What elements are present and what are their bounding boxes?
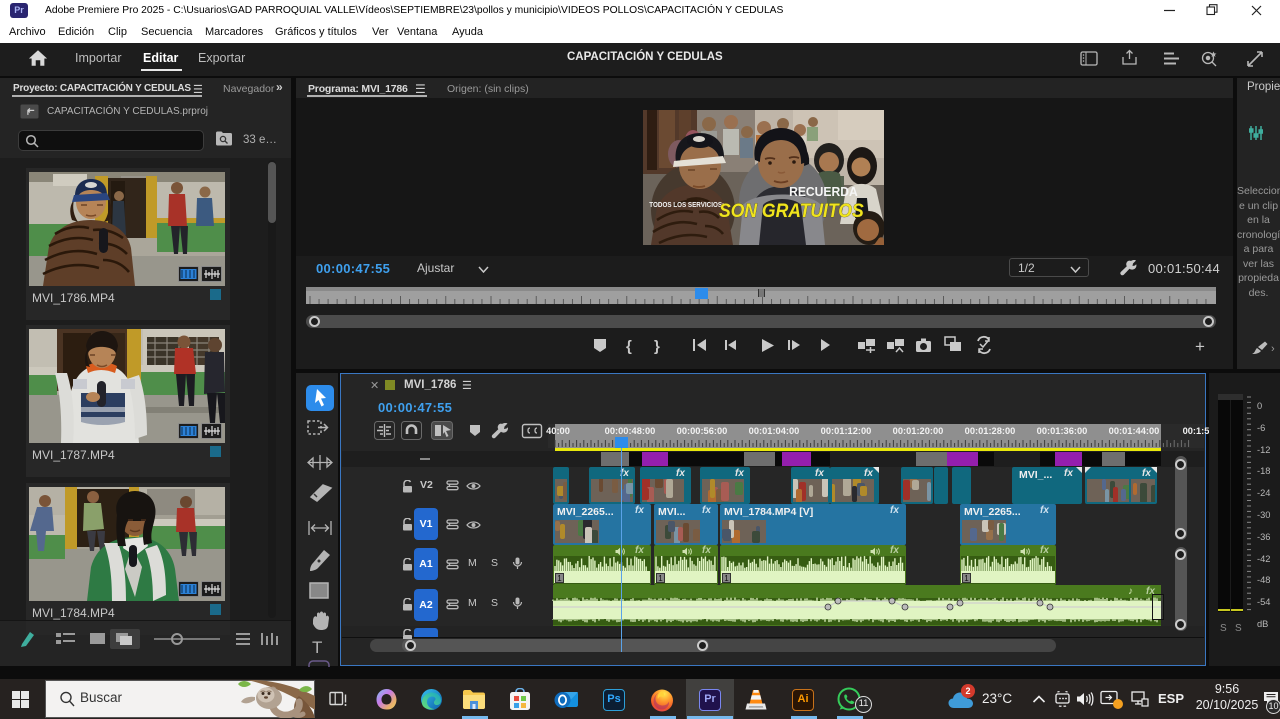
svg-text:-36: -36 [1257, 532, 1270, 542]
svg-text:-54: -54 [1257, 597, 1270, 607]
svg-text:-42: -42 [1257, 554, 1270, 564]
svg-text:-24: -24 [1257, 488, 1270, 498]
svg-text:-48: -48 [1257, 575, 1270, 585]
svg-text:-30: -30 [1257, 510, 1270, 520]
svg-text:-12: -12 [1257, 445, 1270, 455]
svg-text:dB: dB [1257, 619, 1268, 629]
svg-text:0: 0 [1257, 401, 1262, 411]
svg-text:-18: -18 [1257, 466, 1270, 476]
svg-text:-6: -6 [1257, 423, 1265, 433]
